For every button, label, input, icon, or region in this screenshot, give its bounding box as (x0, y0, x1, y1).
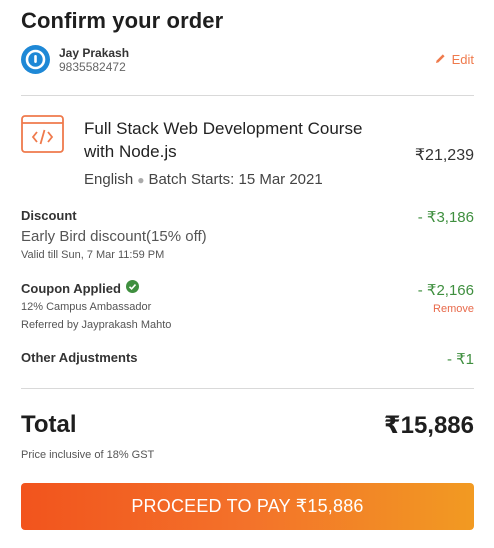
coupon-header: Coupon Applied (21, 280, 139, 296)
edit-label: Edit (451, 52, 474, 67)
edit-button[interactable]: Edit (435, 52, 474, 67)
course-price: ₹21,239 (414, 147, 474, 164)
user-info: Jay Prakash 9835582472 (21, 45, 129, 74)
adjustments-label: Other Adjustments (21, 350, 138, 365)
divider (21, 388, 474, 389)
discount-validity: Valid till Sun, 7 Mar 11:59 PM (21, 249, 165, 261)
course-title: Full Stack Web Development Course with N… (84, 119, 363, 161)
remove-coupon-button[interactable]: Remove (433, 303, 474, 315)
proceed-to-pay-button[interactable]: PROCEED TO PAY ₹15,886 (21, 483, 474, 530)
adjustments-amount: - ₹1 (446, 351, 474, 368)
gst-note: Price inclusive of 18% GST (21, 449, 155, 461)
page-title: Confirm your order (21, 8, 224, 33)
coupon-referrer: Referred by Jayprakash Mahto (21, 319, 172, 331)
user-name: Jay Prakash (59, 45, 130, 60)
course-meta: English ● Batch Starts: 15 Mar 2021 (84, 171, 323, 188)
discount-amount: - ₹3,186 (417, 209, 474, 226)
total-amount: ₹15,886 (383, 412, 474, 439)
course-language: English (84, 171, 134, 188)
coupon-detail: 12% Campus Ambassador (21, 301, 152, 313)
discount-label: Discount (21, 208, 77, 223)
total-label: Total (21, 411, 77, 438)
coupon-label: Coupon Applied (21, 280, 121, 296)
discount-name: Early Bird discount(15% off) (21, 228, 207, 245)
user-phone: 9835582472 (59, 59, 126, 74)
confirm-order-page: Confirm your order Jay Prakash 983558247… (0, 0, 494, 548)
coupon-amount: - ₹2,166 (417, 282, 474, 299)
divider (21, 95, 474, 96)
code-icon (21, 115, 64, 153)
pencil-icon (435, 52, 446, 67)
course-batch: Batch Starts: 15 Mar 2021 (148, 171, 323, 188)
power-logo-icon (21, 45, 50, 74)
check-circle-icon (125, 280, 139, 296)
